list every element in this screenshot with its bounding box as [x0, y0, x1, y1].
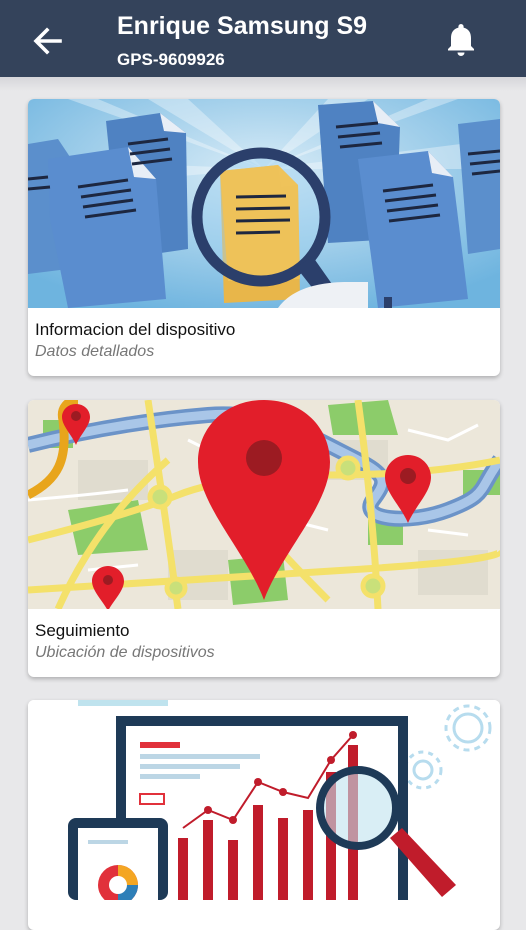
card-subtitle: Ubicación de dispositivos [35, 644, 215, 661]
map-pins-illustration [28, 400, 500, 609]
arrow-left-icon [33, 27, 62, 55]
card-tracking[interactable]: Seguimiento Ubicación de dispositivos [28, 400, 500, 677]
device-id: GPS-9609926 [117, 50, 225, 69]
reports-chart-illustration [28, 700, 500, 900]
app-bar: Enrique Samsung S9 GPS-9609926 [0, 0, 526, 77]
documents-magnifier-illustration [28, 99, 500, 308]
notifications-button[interactable] [441, 19, 481, 59]
card-title: Seguimiento [35, 621, 130, 640]
card-device-info[interactable]: Informacion del dispositivo Datos detall… [28, 99, 500, 376]
back-button[interactable] [28, 22, 66, 60]
card-subtitle: Datos detallados [35, 343, 155, 360]
card-title: Informacion del dispositivo [35, 320, 236, 339]
card-reports[interactable] [28, 700, 500, 930]
bell-icon [448, 24, 474, 57]
device-title: Enrique Samsung S9 [117, 12, 368, 40]
appbar-shadow [0, 77, 526, 91]
